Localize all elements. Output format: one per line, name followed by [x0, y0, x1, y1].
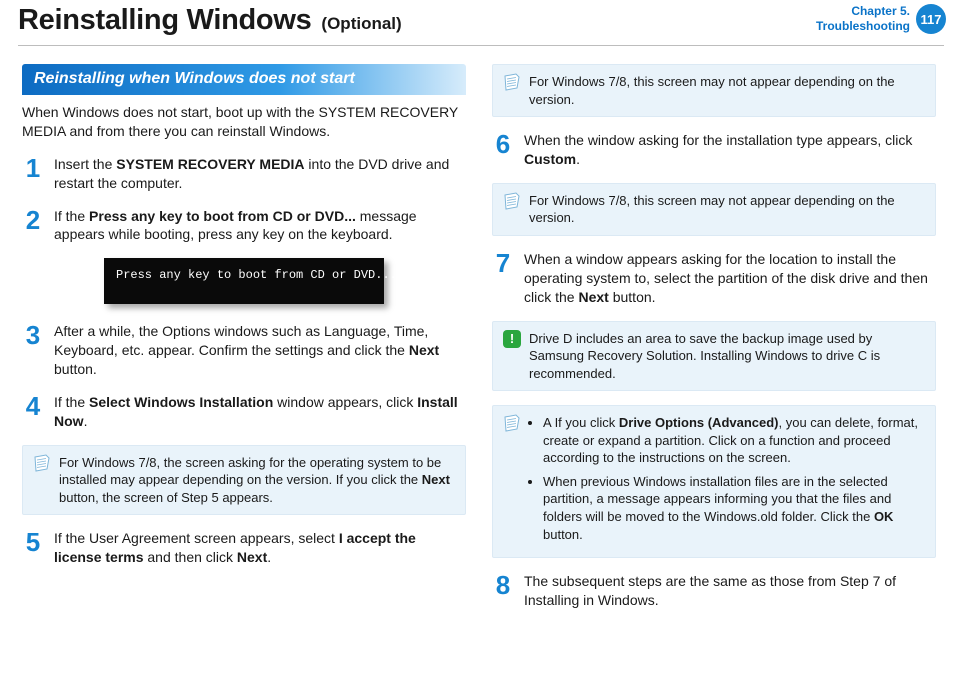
step-number: 1: [22, 155, 44, 193]
terminal-screenshot: Press any key to boot from CD or DVD....…: [104, 258, 384, 304]
section-heading: Reinstalling when Windows does not start: [22, 64, 466, 95]
column-left: Reinstalling when Windows does not start…: [22, 64, 466, 624]
step-5: 5 If the User Agreement screen appears, …: [22, 529, 466, 567]
note-win78-b: For Windows 7/8, this screen may not app…: [492, 183, 936, 236]
chapter-line1: Chapter 5.: [816, 4, 910, 19]
step-2: 2 If the Press any key to boot from CD o…: [22, 207, 466, 245]
list-item: When previous Windows installation files…: [543, 473, 925, 543]
paper-icon: [33, 454, 51, 507]
step-number: 6: [492, 131, 514, 169]
chapter-line2: Troubleshooting: [816, 19, 910, 34]
note-drive-d: ! Drive D includes an area to save the b…: [492, 321, 936, 392]
step-number: 7: [492, 250, 514, 307]
step-body: If the Select Windows Installation windo…: [54, 393, 466, 431]
alert-icon: !: [503, 330, 521, 348]
chapter-badge: Chapter 5. Troubleshooting 117: [816, 4, 946, 34]
note-body: A If you click Drive Options (Advanced),…: [529, 414, 925, 549]
note-body: For Windows 7/8, this screen may not app…: [529, 73, 925, 108]
step-number: 5: [22, 529, 44, 567]
page-title: Reinstalling Windows: [18, 4, 311, 37]
step-body: If the Press any key to boot from CD or …: [54, 207, 466, 245]
step-number: 8: [492, 572, 514, 610]
note-body: Drive D includes an area to save the bac…: [529, 330, 925, 383]
page-header: Reinstalling Windows (Optional) Chapter …: [0, 0, 954, 45]
step-body: When a window appears asking for the loc…: [524, 250, 936, 307]
note-drive-options: A If you click Drive Options (Advanced),…: [492, 405, 936, 558]
step-8: 8 The subsequent steps are the same as t…: [492, 572, 936, 610]
paper-icon: [503, 73, 521, 108]
note-after-step4: For Windows 7/8, the screen asking for t…: [22, 445, 466, 516]
step-4: 4 If the Select Windows Installation win…: [22, 393, 466, 431]
chapter-label: Chapter 5. Troubleshooting: [816, 4, 910, 34]
step-body: When the window asking for the installat…: [524, 131, 936, 169]
content-columns: Reinstalling when Windows does not start…: [0, 46, 954, 632]
step-body: After a while, the Options windows such …: [54, 322, 466, 379]
note-body: For Windows 7/8, this screen may not app…: [529, 192, 925, 227]
section-intro: When Windows does not start, boot up wit…: [22, 103, 466, 141]
step-6: 6 When the window asking for the install…: [492, 131, 936, 169]
step-number: 4: [22, 393, 44, 431]
list-item: A If you click Drive Options (Advanced),…: [543, 414, 925, 467]
note-body: For Windows 7/8, the screen asking for t…: [59, 454, 455, 507]
step-1: 1 Insert the SYSTEM RECOVERY MEDIA into …: [22, 155, 466, 193]
note-win78-a: For Windows 7/8, this screen may not app…: [492, 64, 936, 117]
paper-icon: [503, 414, 521, 549]
step-7: 7 When a window appears asking for the l…: [492, 250, 936, 307]
step-body: The subsequent steps are the same as tho…: [524, 572, 936, 610]
step-body: Insert the SYSTEM RECOVERY MEDIA into th…: [54, 155, 466, 193]
page-subtitle: (Optional): [321, 14, 401, 34]
step-number: 2: [22, 207, 44, 245]
step-body: If the User Agreement screen appears, se…: [54, 529, 466, 567]
step-number: 3: [22, 322, 44, 379]
step-3: 3 After a while, the Options windows suc…: [22, 322, 466, 379]
paper-icon: [503, 192, 521, 227]
column-right: For Windows 7/8, this screen may not app…: [492, 64, 936, 624]
title-group: Reinstalling Windows (Optional): [18, 4, 402, 37]
page-number-badge: 117: [916, 4, 946, 34]
